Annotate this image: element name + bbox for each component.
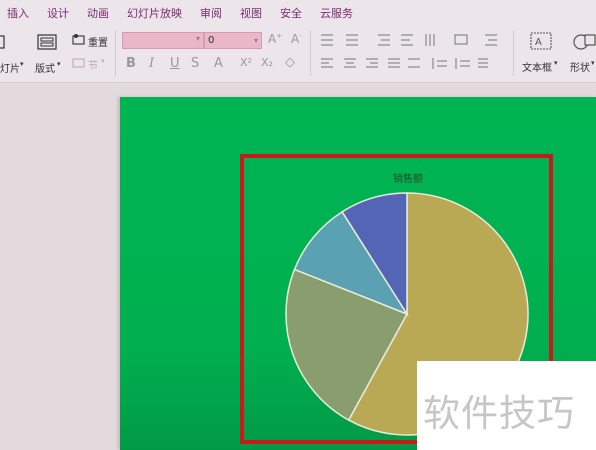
menu-slideshow[interactable]: 幻灯片放映 bbox=[127, 5, 182, 21]
strikethrough-icon[interactable]: S bbox=[191, 56, 199, 71]
paragraph-toolbar-row2[interactable] bbox=[318, 56, 508, 72]
menu-design[interactable]: 设计 bbox=[47, 5, 69, 21]
ribbon-separator bbox=[115, 30, 116, 76]
shape-dropdown-icon[interactable]: ▾ bbox=[591, 59, 595, 67]
textbox-label[interactable]: 文本框 bbox=[522, 59, 552, 74]
shape-label[interactable]: 形状 bbox=[570, 59, 590, 74]
layout-icon[interactable] bbox=[37, 34, 57, 50]
menu-cloud[interactable]: 云服务 bbox=[320, 5, 353, 21]
bold-icon[interactable]: B bbox=[126, 56, 136, 71]
menu-security[interactable]: 安全 bbox=[280, 5, 302, 21]
clear-format-icon[interactable]: ◇ bbox=[285, 55, 295, 70]
underline-icon[interactable]: U bbox=[170, 56, 180, 71]
chevron-down-icon[interactable]: ▾ bbox=[196, 34, 200, 43]
watermark-box: 软件技巧 bbox=[417, 361, 596, 450]
menu-animation[interactable]: 动画 bbox=[87, 5, 109, 21]
new-slide-label[interactable]: 灯片 bbox=[0, 60, 20, 75]
menu-insert[interactable]: 插入 bbox=[7, 5, 29, 21]
ribbon-separator bbox=[310, 30, 311, 76]
subscript-icon[interactable]: X₂ bbox=[261, 56, 273, 69]
menu-view[interactable]: 视图 bbox=[240, 5, 262, 21]
reset-label[interactable]: 重置 bbox=[88, 34, 108, 49]
layout-dropdown-icon[interactable]: ▾ bbox=[57, 60, 61, 68]
textbox-icon[interactable]: A bbox=[530, 32, 552, 50]
svg-text:A: A bbox=[535, 37, 542, 48]
ribbon: 灯片 ▾ 版式 ▾ 重置 节 ▾ ▾ 0 ▾ A+ A- B I U S A X… bbox=[0, 26, 596, 83]
menu-review[interactable]: 审阅 bbox=[200, 5, 222, 21]
shape-icon[interactable] bbox=[572, 32, 596, 52]
font-color-icon[interactable]: A bbox=[214, 56, 223, 71]
increase-font-icon[interactable]: A+ bbox=[268, 32, 282, 46]
paragraph-toolbar-row1[interactable] bbox=[318, 32, 508, 48]
section-icon bbox=[72, 58, 85, 68]
menu-bar: 插入 设计 动画 幻灯片放映 审阅 视图 安全 云服务 bbox=[0, 0, 596, 26]
font-size-input[interactable]: 0 ▾ bbox=[204, 32, 262, 49]
section-label: 节 bbox=[88, 61, 98, 72]
ribbon-separator bbox=[513, 30, 514, 76]
chevron-down-icon[interactable]: ▾ bbox=[254, 33, 258, 48]
superscript-icon[interactable]: X² bbox=[240, 56, 252, 69]
font-name-input[interactable]: ▾ bbox=[122, 32, 204, 49]
section-dropdown-icon: ▾ bbox=[101, 57, 105, 65]
watermark-text: 软件技巧 bbox=[423, 392, 575, 435]
reset-icon[interactable] bbox=[72, 34, 86, 46]
new-slide-dropdown-icon[interactable]: ▾ bbox=[20, 60, 24, 68]
decrease-font-icon[interactable]: A- bbox=[291, 32, 302, 46]
new-slide-icon[interactable] bbox=[0, 35, 6, 51]
textbox-dropdown-icon[interactable]: ▾ bbox=[554, 59, 558, 67]
italic-icon[interactable]: I bbox=[149, 56, 154, 71]
layout-label[interactable]: 版式 bbox=[35, 60, 55, 75]
font-size-value: 0 bbox=[208, 35, 215, 46]
